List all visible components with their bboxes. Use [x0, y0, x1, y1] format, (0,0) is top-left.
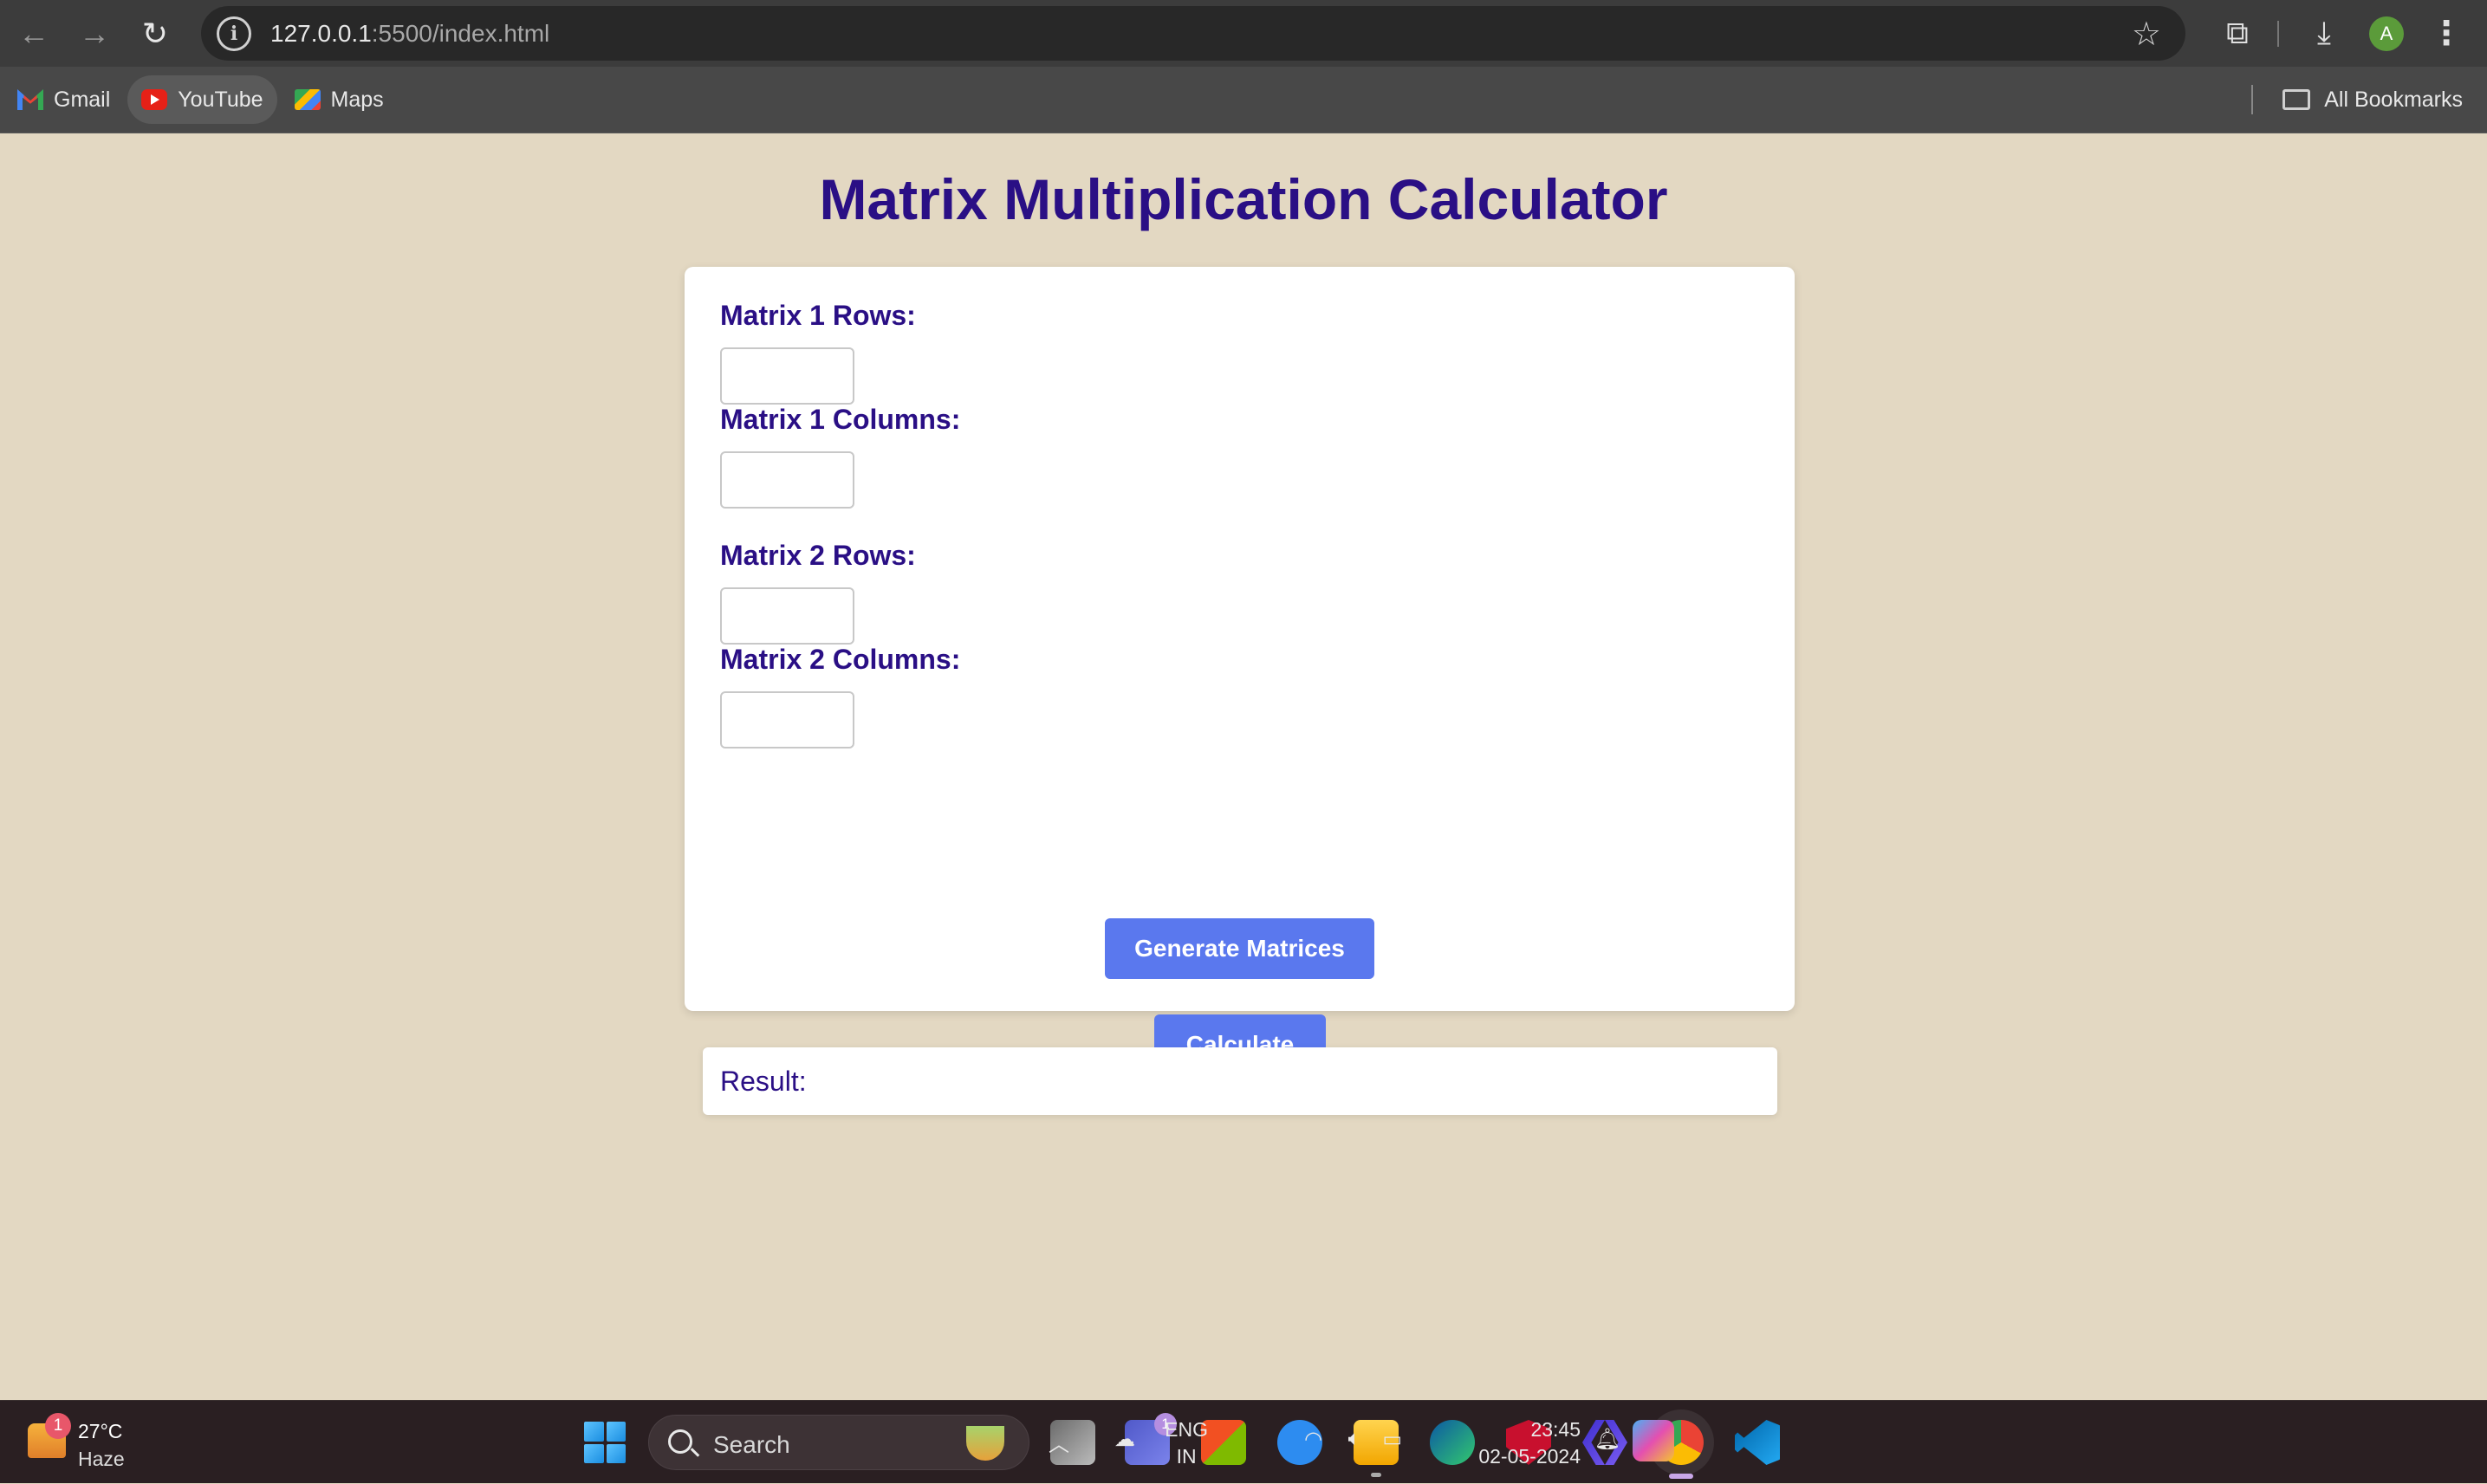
- bookmark-maps[interactable]: Maps: [281, 75, 398, 124]
- profile-avatar[interactable]: A: [2369, 16, 2404, 51]
- bookmark-label: Gmail: [54, 87, 111, 112]
- start-button[interactable]: [584, 1422, 626, 1463]
- search-icon: [668, 1429, 692, 1454]
- weather-condition: Haze: [78, 1448, 125, 1470]
- matrix1-columns-label: Matrix 1 Columns:: [720, 404, 961, 435]
- url-host: 127.0.0.1: [270, 19, 372, 47]
- search-placeholder: Search: [713, 1431, 790, 1458]
- url-text[interactable]: 127.0.0.1:5500/index.html: [270, 20, 549, 48]
- matrix2-columns-input[interactable]: [720, 691, 854, 748]
- bookmarks-divider: [2251, 85, 2254, 114]
- system-tray: ︿ ☁ ENG IN ◠ 🔈︎ ▭ 23:45 02-05-2024 🔔︎: [1014, 1401, 2487, 1484]
- toolbar-divider: [2277, 20, 2279, 47]
- matrix2-columns-label: Matrix 2 Columns:: [720, 644, 961, 675]
- bookmark-youtube[interactable]: YouTube: [127, 75, 277, 124]
- extensions-icon[interactable]: ⧉: [2211, 8, 2263, 60]
- reload-icon: ↻: [141, 15, 169, 51]
- result-box: Result:: [703, 1047, 1777, 1115]
- matrix1-columns-input[interactable]: [720, 451, 854, 509]
- generate-matrices-button[interactable]: Generate Matrices: [1105, 918, 1374, 979]
- url-path: :5500/index.html: [371, 19, 550, 47]
- arrow-right-icon: →: [79, 15, 110, 51]
- chevron-up-icon[interactable]: ︿: [1049, 1427, 1069, 1457]
- gmail-icon: [17, 89, 43, 110]
- result-label: Result:: [720, 1066, 807, 1097]
- page-body: Matrix Multiplication Calculator Matrix …: [0, 133, 2487, 1400]
- input-card: Matrix 1 Rows: Matrix 1 Columns: Matrix …: [685, 267, 1795, 1075]
- bookmark-gmail[interactable]: Gmail: [3, 75, 124, 124]
- weather-widget[interactable]: 1 27°C Haze: [21, 1411, 194, 1474]
- search-highlight-icon: [966, 1426, 1004, 1461]
- download-icon[interactable]: ⤓: [2298, 8, 2350, 60]
- weather-temperature: 27°C: [78, 1420, 123, 1442]
- onedrive-off-icon[interactable]: ☁: [1114, 1427, 1135, 1452]
- bookmark-label: Maps: [330, 87, 384, 112]
- weather-badge: 1: [45, 1413, 71, 1439]
- matrix1-rows-label: Matrix 1 Rows:: [720, 300, 916, 331]
- wifi-icon[interactable]: ◠: [1304, 1427, 1322, 1452]
- folder-icon: [2282, 89, 2311, 110]
- youtube-icon: [141, 89, 168, 110]
- matrix1-rows-input[interactable]: [720, 347, 854, 405]
- taskbar-search[interactable]: Search: [648, 1415, 1029, 1470]
- notification-bell-icon[interactable]: 🔔︎: [1594, 1427, 1620, 1452]
- address-bar[interactable]: i 127.0.0.1:5500/index.html ☆: [201, 6, 2185, 61]
- bookmark-star-icon[interactable]: ☆: [2132, 15, 2161, 54]
- site-info-icon[interactable]: i: [217, 16, 251, 51]
- taskbar: 1 27°C Haze Search 1 ︿ ☁ ENG IN ◠ 🔈︎ ▭ 2…: [0, 1400, 2487, 1483]
- battery-icon[interactable]: ▭: [1382, 1427, 1402, 1452]
- volume-icon[interactable]: 🔈︎: [1348, 1427, 1360, 1451]
- arrow-left-icon: ←: [18, 15, 49, 51]
- toolbar-right: ⧉ ⤓ A ⋮: [2192, 0, 2487, 67]
- matrix2-rows-input[interactable]: [720, 587, 854, 645]
- maps-icon: [294, 89, 321, 110]
- all-bookmarks-label: All Bookmarks: [2324, 87, 2463, 112]
- menu-icon[interactable]: ⋮: [2430, 14, 2463, 53]
- clock-time: 23:45: [1530, 1418, 1581, 1441]
- region-code: IN: [1176, 1445, 1197, 1468]
- copilot-icon[interactable]: [1633, 1420, 1674, 1461]
- back-button[interactable]: ←: [7, 7, 61, 61]
- clock-date: 02-05-2024: [1478, 1445, 1581, 1468]
- bookmark-label: YouTube: [178, 87, 263, 112]
- all-bookmarks[interactable]: All Bookmarks: [2251, 85, 2463, 114]
- clock[interactable]: 23:45 02-05-2024: [1478, 1416, 1581, 1470]
- reload-button[interactable]: ↻: [128, 7, 182, 61]
- matrix2-rows-label: Matrix 2 Rows:: [720, 540, 916, 571]
- language-indicator[interactable]: ENG IN: [1165, 1416, 1208, 1470]
- bookmarks-bar: Gmail YouTube Maps All Bookmarks: [0, 67, 2487, 133]
- forward-button[interactable]: →: [68, 7, 121, 61]
- language-code: ENG: [1165, 1418, 1208, 1441]
- browser-toolbar: ← → ↻ i 127.0.0.1:5500/index.html ☆ ⧉ ⤓ …: [0, 0, 2487, 67]
- page-title: Matrix Multiplication Calculator: [819, 167, 1668, 231]
